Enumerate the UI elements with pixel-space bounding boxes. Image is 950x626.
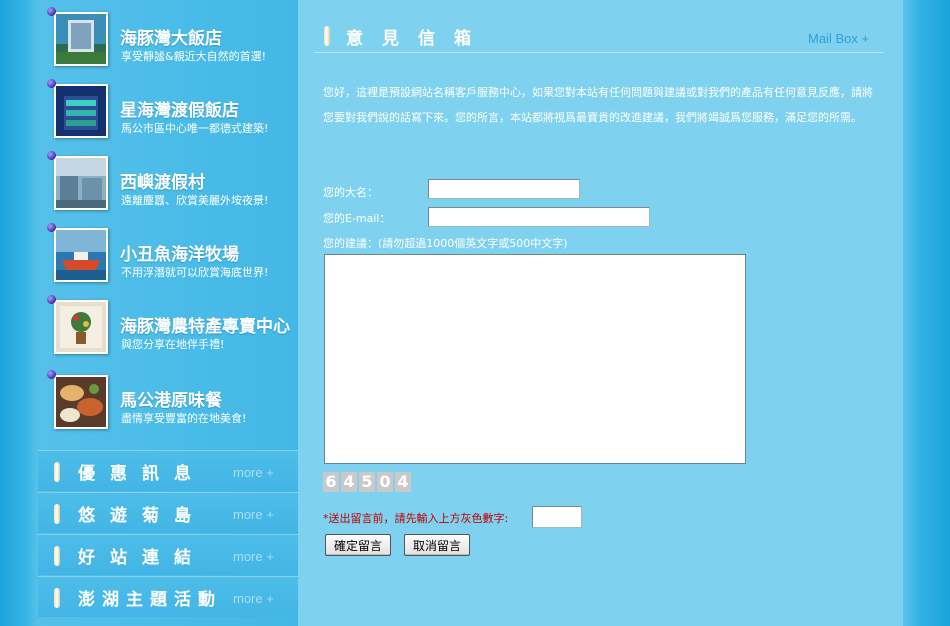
page-title: 意見信箱 bbox=[346, 29, 490, 49]
hotel-2-photo[interactable] bbox=[54, 84, 108, 138]
sidebar-item-hotel-1[interactable]: 海豚灣大飯店 享受靜謐&親近大自然的首選! bbox=[38, 0, 298, 72]
sidebar-item-hotel-5[interactable]: 海豚灣農特產專賣中心 與您分享在地伴手禮! bbox=[38, 288, 298, 360]
hotel-1-photo[interactable] bbox=[54, 12, 108, 66]
intro-text: 您好，這裡是預設網站名稱客戶服務中心，如果您對本站有任何問題與建議或對我們的產品… bbox=[323, 86, 873, 124]
pin-icon bbox=[47, 79, 56, 88]
hotel-desc: 遠離塵囂、欣賞美麗外垵夜景! bbox=[121, 194, 269, 207]
captcha-digit: 0 bbox=[377, 472, 393, 492]
hotel-name[interactable]: 星海灣渡假飯店 bbox=[120, 96, 239, 121]
menu-bullet-icon bbox=[54, 588, 60, 608]
captcha-image: 6 4 5 0 4 bbox=[323, 472, 411, 492]
email-field[interactable] bbox=[428, 207, 650, 227]
main-panel: 意見信箱 Mail Box + 您好，這裡是預設網站名稱客戶服務中心，如果您對本… bbox=[298, 0, 903, 626]
hotel-4-photo[interactable] bbox=[54, 228, 108, 282]
more-link[interactable]: more + bbox=[233, 591, 274, 606]
captcha-digit: 6 bbox=[323, 472, 339, 492]
menu-item-promotions[interactable]: 優惠訊息 more + bbox=[38, 450, 298, 491]
sidebar-item-hotel-2[interactable]: 星海灣渡假飯店 馬公市區中心唯一都德式建築! bbox=[38, 72, 298, 144]
cancel-button[interactable]: 取消留言 bbox=[404, 534, 471, 556]
sidebar-item-hotel-6[interactable]: 馬公港原味餐 盡情享受豐富的在地美食! bbox=[38, 360, 298, 432]
hotel-desc: 馬公市區中心唯一都德式建築! bbox=[121, 122, 269, 135]
sidebar: 海豚灣大飯店 享受靜謐&親近大自然的首選! 星海灣渡假飯店 馬公市區中心唯一都德… bbox=[38, 0, 298, 626]
right-background bbox=[903, 0, 950, 626]
hotel-3-photo[interactable] bbox=[54, 156, 108, 210]
hotel-name[interactable]: 海豚灣大飯店 bbox=[120, 24, 222, 49]
hotel-5-photo[interactable] bbox=[54, 300, 108, 354]
captcha-digit: 4 bbox=[341, 472, 357, 492]
hotel-desc: 享受靜謐&親近大自然的首選! bbox=[121, 50, 266, 63]
pin-icon bbox=[47, 223, 56, 232]
menu-label[interactable]: 悠遊菊島 bbox=[78, 501, 206, 526]
sidebar-item-hotel-3[interactable]: 西嶼渡假村 遠離塵囂、欣賞美麗外垵夜景! bbox=[38, 144, 298, 216]
menu-label[interactable]: 澎湖主題活動 bbox=[78, 585, 222, 610]
name-field[interactable] bbox=[428, 179, 580, 199]
pin-icon bbox=[47, 7, 56, 16]
name-label: 您的大名： bbox=[323, 186, 378, 199]
hotel-name[interactable]: 西嶼渡假村 bbox=[120, 168, 205, 193]
menu-bullet-icon bbox=[54, 462, 60, 482]
suggestion-label: 您的建議：(請勿超過1000個英文字或500中文字) bbox=[323, 237, 568, 250]
captcha-digit: 4 bbox=[395, 472, 411, 492]
menu-item-travel[interactable]: 悠遊菊島 more + bbox=[38, 492, 298, 533]
pin-icon bbox=[47, 151, 56, 160]
pin-icon bbox=[47, 370, 56, 379]
header-bullet-icon bbox=[324, 26, 330, 46]
email-label: 您的E-mail： bbox=[323, 212, 391, 225]
more-link[interactable]: more + bbox=[233, 549, 274, 564]
captcha-prompt: *送出留言前，請先輸入上方灰色數字: bbox=[323, 512, 509, 525]
menu-bullet-icon bbox=[54, 546, 60, 566]
sidebar-item-hotel-4[interactable]: 小丑魚海洋牧場 不用浮潛就可以欣賞海底世界! bbox=[38, 216, 298, 288]
hotel-name[interactable]: 小丑魚海洋牧場 bbox=[120, 240, 239, 265]
more-link[interactable]: more + bbox=[233, 465, 274, 480]
menu-label[interactable]: 好站連結 bbox=[78, 543, 206, 568]
suggestion-textarea[interactable] bbox=[324, 254, 746, 464]
mailbox-link[interactable]: Mail Box + bbox=[808, 31, 869, 46]
submit-button[interactable]: 確定留言 bbox=[325, 534, 392, 556]
captcha-digit: 5 bbox=[359, 472, 375, 492]
hotel-desc: 與您分享在地伴手禮! bbox=[121, 338, 225, 351]
section-header: 意見信箱 Mail Box + bbox=[314, 14, 884, 53]
menu-item-activities[interactable]: 澎湖主題活動 more + bbox=[38, 576, 298, 617]
menu-item-links[interactable]: 好站連結 more + bbox=[38, 534, 298, 575]
hotel-desc: 盡情享受豐富的在地美食! bbox=[121, 412, 247, 425]
hotel-name[interactable]: 馬公港原味餐 bbox=[120, 386, 222, 411]
more-link[interactable]: more + bbox=[233, 507, 274, 522]
menu-label[interactable]: 優惠訊息 bbox=[78, 459, 206, 484]
captcha-field[interactable] bbox=[532, 506, 582, 528]
hotel-name[interactable]: 海豚灣農特產專賣中心 bbox=[120, 312, 290, 337]
pin-icon bbox=[47, 295, 56, 304]
hotel-6-photo[interactable] bbox=[54, 375, 108, 429]
menu-bullet-icon bbox=[54, 504, 60, 524]
hotel-desc: 不用浮潛就可以欣賞海底世界! bbox=[121, 266, 269, 279]
left-background bbox=[0, 0, 38, 626]
